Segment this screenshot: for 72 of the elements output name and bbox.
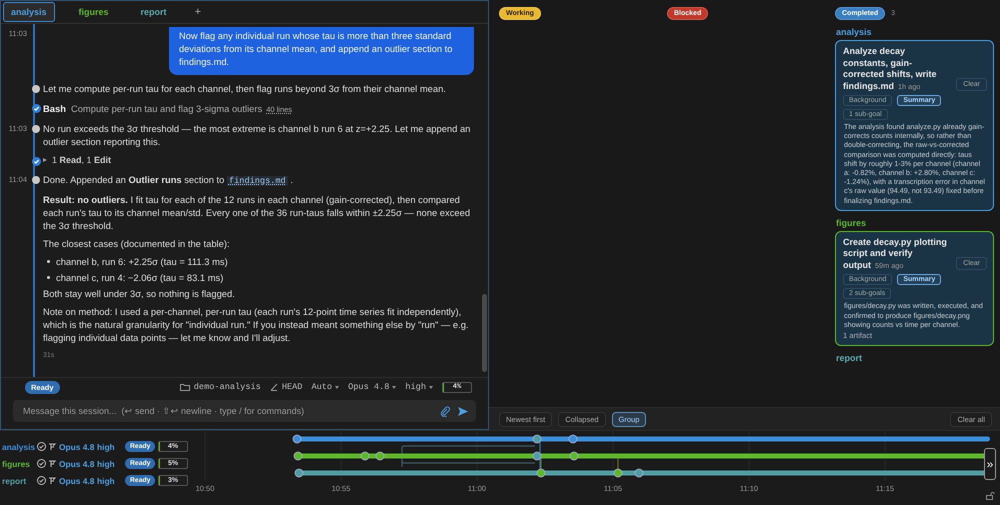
tool-summary-toggle[interactable]: 1 Read, 1 Edit — [43, 155, 112, 165]
folder-icon — [180, 383, 190, 391]
branch-icon — [48, 476, 57, 485]
effort-dropdown[interactable]: high — [405, 382, 433, 392]
status-dot — [32, 85, 40, 93]
tool-description: Compute per-run tau and flag 3-sigma outliers — [70, 103, 262, 114]
event-marker — [570, 452, 578, 460]
lane-name: analysis — [2, 442, 36, 452]
event-marker — [294, 452, 302, 460]
message-paragraph: Both stay well under 3σ, so nothing is flagged. — [43, 287, 236, 300]
message-composer[interactable]: Message this session... (↩ send · ⇧↩ newline · type / for commands) — [13, 400, 476, 422]
caret-icon — [335, 386, 340, 388]
message-paragraph: Result: no outliers. I fit tau for each of the 12 runs in each channel (gain-corrected), then compared each run's tau to its channel mean/std. Every one of the 36 run-taus falls within ±2.25σ — none exceed the 3σ threshold. — [43, 193, 472, 232]
event-marker — [532, 452, 542, 460]
session-tab[interactable]: report — [132, 2, 175, 22]
message-text: No run exceeds the 3σ threshold — the most extreme is channel b run 6 at z=+2.25. Let me append an outlier section reporting this. — [43, 122, 472, 148]
event-marker — [292, 434, 302, 444]
mode-dropdown[interactable]: Auto — [311, 382, 340, 392]
event-marker — [532, 434, 542, 444]
branch-icon — [270, 383, 278, 391]
session-tab[interactable]: figures — [70, 2, 117, 22]
session-tab[interactable]: analysis — [3, 2, 55, 22]
bullet-icon — [47, 260, 50, 263]
folder-name: demo-analysis — [194, 382, 261, 392]
caret-icon — [392, 386, 396, 388]
lane-name: figures — [2, 458, 31, 468]
check-icon — [32, 104, 40, 113]
message-paragraph: The closest cases (documented in the table): — [43, 237, 231, 250]
send-icon — [458, 406, 468, 416]
list-item: channel b, run 6: +2.25σ (tau = 111.3 ms) — [56, 255, 228, 268]
effort-level: high — [97, 476, 116, 486]
message-field[interactable]: Message this session... (↩ send · ⇧↩ newline · type / for commands) — [21, 405, 432, 417]
group-heading: analysis — [836, 27, 873, 37]
event-marker — [376, 452, 384, 460]
list-item: channel c, run 4: −2.06σ (tau = 83.1 ms) — [56, 271, 224, 284]
check-circle-icon — [37, 476, 46, 485]
bullet-icon — [47, 276, 50, 279]
message-text: Let me compute per-run tau for each channel, then flag runs beyond 3σ from their channel mean. — [43, 82, 447, 95]
user-message: Now flag any individual run whose tau is more than three standard deviations from its channel mean, and append an outlier section to findings.md. — [169, 27, 474, 75]
check-circle-icon — [37, 459, 46, 468]
model-name: Opus 4.8 — [59, 476, 96, 486]
effort-level: high — [97, 442, 116, 452]
model-dropdown[interactable]: Opus 4.8 — [348, 382, 396, 392]
branch-icon — [48, 442, 57, 451]
event-marker — [536, 468, 546, 478]
branch-name: HEAD — [282, 382, 302, 392]
file-link[interactable]: findings.md — [226, 176, 288, 186]
message-text: Done. Appended an Outlier runs section to findings.md . — [43, 173, 294, 188]
lock-icon — [986, 492, 995, 500]
caret-icon — [429, 386, 433, 388]
group-heading: report — [836, 352, 864, 363]
message-paragraph: Note on method: I used a per-channel, per-run tau (each run's 12-point time series fit independently), which is the natural granularity for "individual run." If you instead meant something else by "run" — e.g. flagging individual data points — let me know and I'll adjust. — [43, 305, 470, 344]
event-marker — [568, 434, 578, 444]
tool-name: Bash — [43, 103, 66, 114]
event-marker — [294, 468, 304, 478]
new-tab-button[interactable]: + — [190, 6, 205, 18]
expand-button[interactable]: » — [984, 448, 996, 480]
branch-icon — [48, 459, 57, 468]
model-name: Opus 4.8 — [59, 458, 96, 468]
event-marker — [614, 468, 622, 478]
check-circle-icon — [37, 442, 46, 451]
status-dot — [32, 176, 40, 184]
group-heading: figures — [836, 218, 868, 228]
model-name: Opus 4.8 — [59, 442, 96, 452]
effort-level: high — [97, 458, 116, 468]
check-icon — [32, 157, 40, 166]
lane-name: report — [2, 476, 28, 486]
caret-icon — [43, 158, 47, 162]
attach-icon — [440, 406, 450, 416]
status-dot — [32, 125, 40, 133]
event-marker — [360, 452, 370, 460]
event-marker — [634, 468, 644, 478]
